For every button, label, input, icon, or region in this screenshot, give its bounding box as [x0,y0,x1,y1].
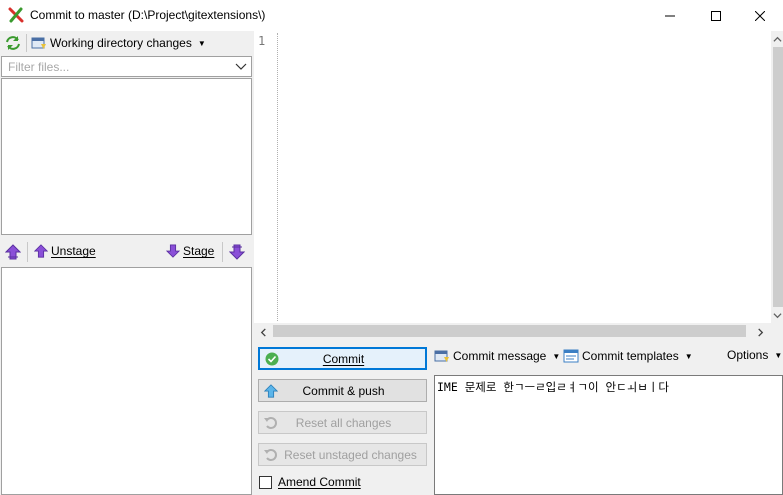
scroll-right-icon[interactable] [756,326,765,340]
stage-arrow-icon [166,244,180,258]
commit-templates-label: Commit templates [582,349,679,363]
maximize-icon [711,10,721,21]
reset-unstaged-changes-button[interactable]: Reset unstaged changes [258,443,427,466]
commit-check-icon [264,351,280,367]
minimize-button[interactable] [647,0,693,31]
commit-templates-icon [563,349,579,363]
chevron-down-icon: ▼ [552,351,561,361]
commit-and-push-button[interactable]: Commit & push [258,379,427,402]
options-dropdown[interactable]: Options ▼ [727,348,782,362]
filter-files-combobox[interactable]: Filter files... [1,56,252,77]
stage-toolbar: Unstage Stage [0,238,254,266]
staged-files-list[interactable] [1,267,252,495]
maximize-button[interactable] [693,0,739,31]
working-dir-toolbar: Working directory changes ▼ [0,31,254,55]
stage-button[interactable]: Stage [166,244,214,258]
scroll-up-icon[interactable] [773,33,782,47]
git-extensions-logo-icon [8,7,24,23]
minimize-icon [665,15,675,16]
unstage-arrow-icon [34,244,48,258]
reset-unstaged-changes-label: Reset unstaged changes [284,447,417,462]
working-dir-icon [31,35,47,51]
unstage-button[interactable]: Unstage [34,244,96,258]
diff-viewer[interactable] [254,31,783,323]
filter-files-placeholder: Filter files... [8,60,70,74]
gutter-divider [277,33,278,321]
working-dir-dropdown[interactable]: Working directory changes ▼ [31,35,206,51]
toolbar-separator [26,34,27,52]
commit-message-label: Commit message [453,349,547,363]
horizontal-scroll-thumb[interactable] [273,325,746,337]
chevron-down-icon: ▼ [684,351,693,361]
refresh-icon[interactable] [4,34,22,52]
commit-message-toolbar: Commit message ▼ Commit templates ▼ Opti… [432,344,783,368]
working-dir-label: Working directory changes [50,36,192,50]
vertical-scroll-thumb[interactable] [773,47,783,307]
options-label: Options [727,348,769,362]
commit-templates-dropdown[interactable]: Commit templates ▼ [563,348,693,364]
commit-button[interactable]: Commit [258,347,427,370]
reset-icon [263,415,279,431]
push-arrow-icon [263,383,279,399]
chevron-down-icon: ▼ [197,38,206,48]
stage-label: Stage [183,244,215,258]
chevron-down-icon: ▼ [774,350,783,360]
unstaged-files-list[interactable] [1,78,252,235]
stage-all-icon[interactable] [228,244,246,263]
window-title: Commit to master (D:\Project\gitextensio… [30,8,266,22]
commit-message-text: IME 문제로 한ㄱㅡㄹ입ㄹㅕㄱ이 안ㄷㅚㅂㅣ다 [437,380,669,394]
commit-message-icon [434,350,449,362]
scroll-left-icon[interactable] [259,326,268,340]
close-button[interactable] [737,0,783,31]
commit-message-dropdown[interactable]: Commit message ▼ [434,348,560,364]
reset-all-changes-button[interactable]: Reset all changes [258,411,427,434]
reset-icon [263,447,279,463]
unstage-all-icon[interactable] [4,244,22,263]
scroll-down-icon[interactable] [773,309,782,323]
toolbar-separator [222,242,223,262]
line-number: 1 [258,34,266,48]
amend-commit-checkbox[interactable] [259,476,272,489]
amend-commit-label[interactable]: Amend Commit [278,475,361,489]
unstage-label: Unstage [51,244,96,258]
toolbar-separator [27,242,28,262]
commit-label: Commit [322,351,365,366]
close-icon [755,10,765,21]
reset-all-changes-label: Reset all changes [295,415,392,430]
chevron-down-icon[interactable] [235,60,247,75]
commit-and-push-label: Commit & push [302,383,385,398]
